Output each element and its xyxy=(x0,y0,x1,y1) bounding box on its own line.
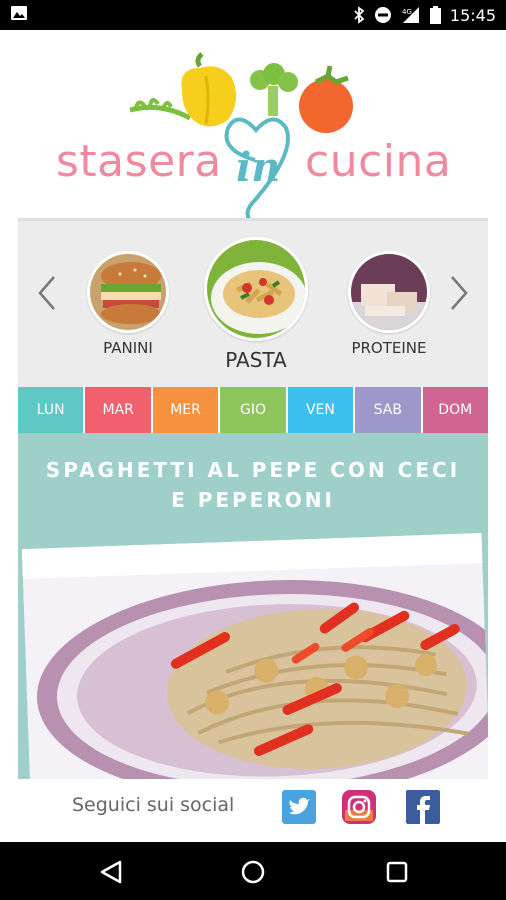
logo-word-cucina: cucina xyxy=(305,136,452,187)
category-label: PROTEINE xyxy=(351,339,427,357)
recipe-photo xyxy=(21,533,488,779)
status-bar: 4G 15:45 xyxy=(0,0,506,30)
tab-sab[interactable]: SAB xyxy=(355,387,423,433)
twitter-icon[interactable] xyxy=(282,790,316,824)
day-label: DOM xyxy=(438,402,473,418)
category-pasta[interactable]: PASTA xyxy=(201,237,311,372)
social-footer: Seguici sui social xyxy=(0,780,506,842)
tab-mar[interactable]: MAR xyxy=(85,387,153,433)
stasera-in-cucina-logo: stasera cucina in xyxy=(50,40,460,225)
back-icon[interactable] xyxy=(98,859,124,885)
day-label: MAR xyxy=(102,402,134,418)
tab-mer[interactable]: MER xyxy=(152,387,221,433)
instagram-icon[interactable] xyxy=(342,790,376,824)
tab-dom[interactable]: DOM xyxy=(422,387,488,433)
carousel-next-button[interactable] xyxy=(444,273,474,313)
tab-lun[interactable]: LUN xyxy=(18,387,86,433)
panini-thumbnail xyxy=(87,251,169,333)
tab-ven[interactable]: VEN xyxy=(287,387,356,433)
social-label: Seguici sui social xyxy=(72,794,235,816)
category-label: PASTA xyxy=(225,348,287,372)
category-panini[interactable]: PANINI xyxy=(80,251,176,357)
category-carousel: PANINI PASTA PROTEINE xyxy=(18,218,488,388)
carousel-prev-button[interactable] xyxy=(32,273,62,313)
chevron-right-icon xyxy=(451,276,468,310)
day-label: SAB xyxy=(373,402,402,418)
recipe-card[interactable]: SPAGHETTI AL PEPE CON CECI E PEPERONI xyxy=(18,433,488,779)
tab-gio[interactable]: GIO xyxy=(220,387,288,433)
day-label: LUN xyxy=(36,402,65,418)
chevron-left-icon xyxy=(38,276,55,310)
facebook-icon[interactable] xyxy=(406,790,440,824)
category-label: PANINI xyxy=(103,339,153,357)
recent-apps-icon[interactable] xyxy=(384,859,410,885)
do-not-disturb-icon xyxy=(374,6,392,24)
svg-text:4G: 4G xyxy=(402,8,412,16)
bluetooth-icon xyxy=(353,6,365,24)
recipe-title: SPAGHETTI AL PEPE CON CECI E PEPERONI xyxy=(45,458,461,512)
android-nav-bar xyxy=(0,842,506,900)
home-icon[interactable] xyxy=(240,859,266,885)
pasta-thumbnail xyxy=(204,237,308,341)
image-icon xyxy=(10,5,28,25)
vegetables-illustration xyxy=(129,52,353,225)
category-proteine[interactable]: PROTEINE xyxy=(341,251,437,357)
proteine-thumbnail xyxy=(348,251,430,333)
logo-word-in: in xyxy=(236,144,281,191)
weekday-tabs: LUN MAR MER GIO VEN SAB DOM xyxy=(18,387,488,433)
day-label: VEN xyxy=(305,402,335,418)
battery-icon xyxy=(429,6,441,24)
app-screen: stasera cucina in PANINI PASTA PROTEINE … xyxy=(0,30,506,842)
signal-icon: 4G xyxy=(401,6,421,24)
day-label: MER xyxy=(170,402,201,418)
logo-word-stasera: stasera xyxy=(56,136,222,187)
clock-time: 15:45 xyxy=(449,5,496,25)
day-label: GIO xyxy=(239,402,266,418)
